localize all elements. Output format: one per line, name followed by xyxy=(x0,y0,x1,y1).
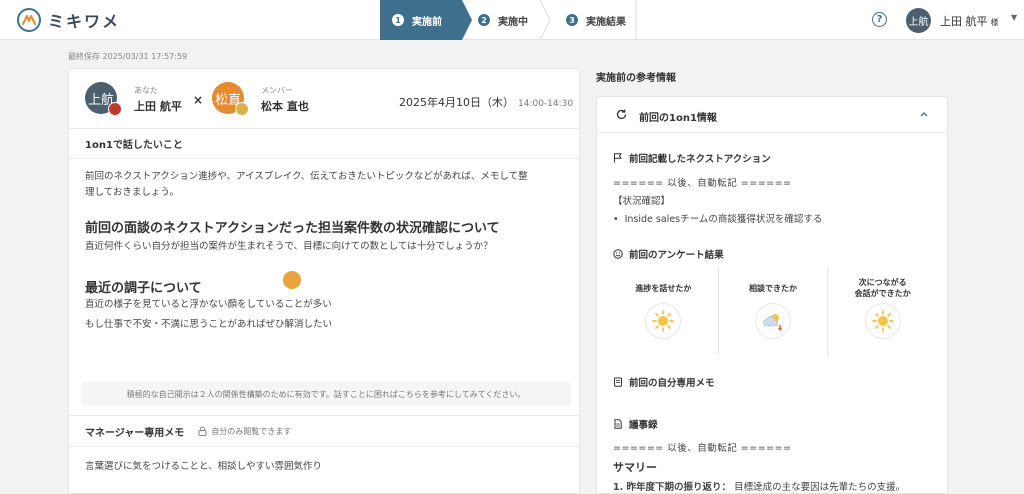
step-during[interactable]: 2 実施中 xyxy=(462,0,551,40)
status-badge xyxy=(108,102,122,116)
summary-item-label: 1. 昨年度下期の振り返り： xyxy=(613,482,732,493)
auto-transcribe-line: ====== 以後、自動転記 ====== xyxy=(613,443,792,454)
survey-label: 会話ができたか xyxy=(854,289,911,298)
app-header: ミキワメ 1 実施前 2 実施中 3 実施結果 ? 上航 上田 航平様 ▼ xyxy=(0,0,1024,40)
talk-heading[interactable]: 最近の調子について xyxy=(85,277,202,296)
step-label: 実施中 xyxy=(498,16,528,28)
flag-icon xyxy=(614,153,622,163)
reference-title: 実施前の参考情報 xyxy=(596,73,676,84)
meeting-time: 14:00-14:30 xyxy=(518,99,574,109)
next-action-item: Inside salesチームの商談獲得状況を確認する xyxy=(613,211,823,225)
survey-item: 進捗を話せたか xyxy=(609,267,719,355)
minutes-heading: 議事録 xyxy=(613,417,658,431)
cursor-dot xyxy=(283,271,301,289)
meeting-card: 上航 あなた 上田 航平 × 松直 メンバー 松本 直也 2025年4月10日（… xyxy=(68,68,580,494)
step-label: 実施結果 xyxy=(586,16,626,28)
survey-label: 次につながる xyxy=(858,278,907,287)
step-number: 3 xyxy=(566,14,578,26)
hint-banner[interactable]: 積極的な自己開示は２人の関係性構築のために有効です。話すことに困ればこちらを参考… xyxy=(81,382,571,406)
survey-item: 相談できたか xyxy=(719,267,829,355)
sun-icon xyxy=(864,303,901,339)
chevron-up-icon[interactable] xyxy=(919,109,929,119)
auto-transcribe-line: ====== 以後、自動転記 ====== xyxy=(613,178,792,189)
talk-editor-intro[interactable]: 前回のネクストアクション進捗や、アイスブレイク、伝えておきたいトピックなどがあれ… xyxy=(85,169,565,201)
survey-item: 次につながる 会話ができたか xyxy=(828,267,937,355)
next-action-heading: 前回記載したネクストアクション xyxy=(613,151,771,165)
status-badge xyxy=(235,102,249,116)
name-me: 上田 航平 xyxy=(134,100,182,113)
talk-paragraph[interactable]: 直近の様子を見ていると浮かない顔をしていることが多い xyxy=(85,297,332,313)
survey-label: 進捗を話せたか xyxy=(635,284,692,293)
logo-text: ミキワメ xyxy=(48,12,121,31)
participants: 上航 あなた 上田 航平 × 松直 メンバー 松本 直也 2025年4月10日（… xyxy=(69,69,579,129)
step-separator-icon xyxy=(635,0,637,40)
survey-results: 進捗を話せたか 相談できたか 次につながる 会話ができたか xyxy=(609,267,937,355)
self-memo-title: 前回の自分専用メモ xyxy=(629,378,715,389)
step-label: 実施前 xyxy=(412,16,442,28)
role-member: メンバー xyxy=(261,86,293,95)
talk-section-title: 1on1で話したいこと xyxy=(69,129,579,159)
summary-item: 1. 昨年度下期の振り返り： 目標達成の主な要因は先輩たちの支援。 xyxy=(613,479,905,493)
talk-heading[interactable]: 前回の面談のネクストアクションだった担当案件数の状況確認について xyxy=(85,217,500,236)
cross-icon: × xyxy=(193,93,204,107)
lock-icon xyxy=(198,426,207,436)
user-avatar[interactable]: 上航 xyxy=(906,8,931,33)
previous-1on1-header[interactable]: 前回の1on1情報 xyxy=(597,97,947,133)
manager-memo-input[interactable]: 言葉選びに気をつけることと、相談しやすい雰囲気作り xyxy=(85,459,322,475)
self-memo-heading: 前回の自分専用メモ xyxy=(613,375,715,389)
survey-title: 前回のアンケート結果 xyxy=(629,250,724,261)
sun-icon xyxy=(645,303,682,339)
role-me: あなた xyxy=(134,86,158,95)
document-icon xyxy=(614,419,622,429)
summary-heading: サマリー xyxy=(613,461,657,474)
next-action-tag: 【状況確認】 xyxy=(613,196,671,207)
last-saved: 最終保存 2025/03/31 17:57:59 xyxy=(68,52,188,61)
step-before[interactable]: 1 実施前 xyxy=(380,0,472,40)
meeting-datetime: 2025年4月10日（木） 14:00-14:30 xyxy=(399,94,573,110)
previous-1on1-title: 前回の1on1情報 xyxy=(639,113,717,124)
refresh-icon xyxy=(616,109,627,120)
logo[interactable]: ミキワメ xyxy=(16,6,120,34)
manager-memo-note: 自分のみ閲覧できます xyxy=(211,426,292,436)
user-honorific: 様 xyxy=(990,18,999,27)
talk-paragraph[interactable]: 直近何件くらい自分が担当の案件が生まれそうで、目標に向けての数としては十分でしょ… xyxy=(85,239,493,255)
next-action-title: 前回記載したネクストアクション xyxy=(629,154,771,165)
note-icon xyxy=(614,377,622,387)
logo-mark-icon xyxy=(17,8,41,32)
step-result[interactable]: 3 実施結果 xyxy=(550,0,646,40)
meeting-date: 2025年4月10日（木） xyxy=(399,96,514,109)
caret-down-icon[interactable]: ▼ xyxy=(1011,13,1017,22)
user-name: 上田 航平 xyxy=(940,15,988,28)
survey-label: 相談できたか xyxy=(749,284,797,293)
step-number: 2 xyxy=(478,14,490,26)
step-number: 1 xyxy=(392,14,404,26)
summary-item-text: 目標達成の主な要因は先輩たちの支援。 xyxy=(734,482,906,493)
reference-card: 前回の1on1情報 前回記載したネクストアクション ====== 以後、自動転記… xyxy=(596,96,948,494)
cloudy-rain-icon xyxy=(755,303,791,339)
minutes-title: 議事録 xyxy=(629,420,658,431)
smile-icon xyxy=(613,249,623,259)
manager-memo-title: マネージャー専用メモ xyxy=(85,427,185,439)
manager-memo-header: マネージャー専用メモ 自分のみ閲覧できます xyxy=(69,415,579,447)
intro-line: 理しておきましょう。 xyxy=(85,187,179,198)
user-menu[interactable]: 上田 航平様 xyxy=(940,13,999,29)
intro-line: 前回のネクストアクション進捗や、アイスブレイク、伝えておきたいトピックなどがあれ… xyxy=(85,171,528,182)
help-icon[interactable]: ? xyxy=(872,12,887,27)
survey-heading: 前回のアンケート結果 xyxy=(613,247,724,261)
step-indicator: 1 実施前 2 実施中 3 実施結果 xyxy=(380,0,646,40)
talk-paragraph[interactable]: もし仕事で不安・不満に思うことがあればぜひ解消したい xyxy=(85,317,332,333)
name-member: 松本 直也 xyxy=(261,100,309,113)
